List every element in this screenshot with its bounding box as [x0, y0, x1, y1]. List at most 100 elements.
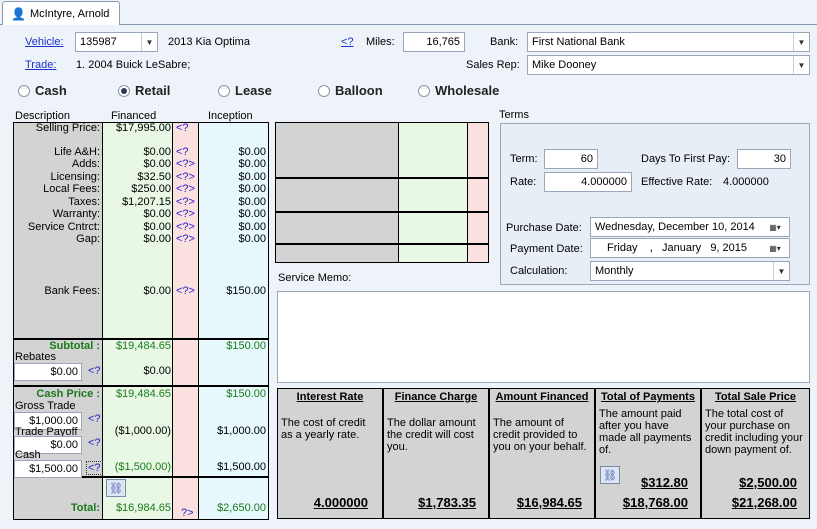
- radio-balloon[interactable]: Balloon: [318, 83, 383, 98]
- chevron-down-icon[interactable]: ▼: [773, 262, 789, 280]
- total-financed: $16,984.65: [115, 502, 171, 514]
- link-chain-icon[interactable]: ⛓: [600, 466, 620, 484]
- row-help-link[interactable]: <?>: [176, 158, 195, 170]
- trade-description: 1. 2004 Buick LeSabre;: [76, 59, 191, 71]
- service-memo-input[interactable]: [277, 291, 810, 383]
- radio-wholesale[interactable]: Wholesale: [418, 83, 499, 98]
- tab-label: McIntyre, Arnold: [29, 7, 110, 20]
- row-help-link[interactable]: <?>: [176, 208, 195, 220]
- sales-rep-combo[interactable]: Mike Dooney ▼: [527, 55, 810, 75]
- effective-rate-value: 4.000000: [723, 176, 769, 188]
- subtotal-financed: $19,484.65: [115, 340, 171, 352]
- vehicle-combo[interactable]: 135987 ▼: [75, 32, 158, 52]
- row-help-link[interactable]: <?>: [176, 183, 195, 195]
- chevron-down-icon[interactable]: ▼: [793, 33, 809, 51]
- row-help-link[interactable]: <?>: [176, 233, 195, 245]
- radio-lease[interactable]: Lease: [218, 83, 272, 98]
- trade-payoff-help[interactable]: <?: [88, 437, 101, 449]
- days-first-pay-input[interactable]: 30: [737, 149, 791, 169]
- radio-label: Retail: [135, 83, 171, 98]
- service-memo-label: Service Memo:: [278, 272, 352, 284]
- row-inception: $0.00: [238, 208, 266, 220]
- cash-help[interactable]: <?: [86, 461, 103, 475]
- row-inception: $0.00: [238, 171, 266, 183]
- tila-value: 4.000000: [313, 495, 368, 510]
- radio-cash[interactable]: Cash: [18, 83, 67, 98]
- cash-financed: ($1,500.00): [114, 461, 171, 473]
- terms-title: Terms: [499, 109, 529, 121]
- row-inception: $0.00: [238, 196, 266, 208]
- rebates-help[interactable]: <?: [88, 365, 101, 377]
- trade-payoff-financed: ($1,000.00): [114, 425, 171, 437]
- col-inception: Inception: [208, 110, 253, 122]
- days-first-pay-label: Days To First Pay:: [641, 153, 731, 165]
- tab-customer[interactable]: 👤 McIntyre, Arnold: [2, 1, 120, 25]
- sales-rep-value: Mike Dooney: [532, 59, 597, 71]
- miles-input[interactable]: 16,765: [403, 32, 465, 52]
- chevron-down-icon[interactable]: ▼: [141, 33, 157, 51]
- miles-help-link[interactable]: <?: [341, 36, 354, 48]
- tila-desc: The amount paid after you have made all …: [599, 408, 692, 456]
- row-financed: $17,995.00: [115, 122, 171, 134]
- row-help-link[interactable]: <?>: [176, 171, 195, 183]
- grid-financed-col: [398, 123, 468, 262]
- row-help-link[interactable]: <?: [176, 146, 189, 158]
- radio-circle: [418, 84, 430, 97]
- rebates-financed: $0.00: [143, 365, 171, 377]
- purchase-date-picker[interactable]: Wednesday, December 10, 2014 ▦▾: [590, 217, 790, 237]
- gross-trade-label: Gross Trade: [15, 400, 76, 412]
- total-help[interactable]: ?>: [181, 507, 194, 519]
- radio-circle: [318, 84, 330, 97]
- chevron-down-icon[interactable]: ▼: [793, 56, 809, 74]
- rate-label: Rate:: [510, 176, 537, 188]
- rate-input[interactable]: 4.000000: [544, 172, 632, 192]
- tila-amount-financed: Amount Financed The amount of credit pro…: [489, 388, 595, 519]
- tila-down-payment: $2,500.00: [739, 475, 797, 490]
- row-help-link[interactable]: <?: [176, 122, 189, 134]
- days-first-pay-value: 30: [773, 153, 786, 165]
- row-financed: $0.00: [143, 146, 171, 158]
- calendar-icon[interactable]: ▦▾: [761, 239, 789, 257]
- tila-value: $16,984.65: [516, 495, 582, 510]
- rebates-label: Rebates: [15, 351, 56, 363]
- tab-strip-line: [0, 24, 817, 25]
- rebates-input[interactable]: [14, 363, 82, 381]
- bank-value: First National Bank: [532, 36, 625, 48]
- trade-link[interactable]: Trade:: [25, 59, 56, 71]
- term-input[interactable]: 60: [544, 149, 598, 169]
- tila-total-payments: Total of Payments The amount paid after …: [595, 388, 701, 519]
- grid-line: [276, 243, 488, 245]
- cash-input[interactable]: [14, 460, 82, 478]
- row-financed: $32.50: [137, 171, 171, 183]
- radio-circle: [218, 84, 230, 97]
- col-financed: Financed: [111, 110, 157, 122]
- tila-title: Interest Rate: [296, 391, 364, 403]
- col-description: Description: [15, 110, 71, 122]
- row-label: Gap:: [76, 233, 100, 245]
- gross-trade-help[interactable]: <?: [88, 413, 101, 425]
- vehicle-link[interactable]: Vehicle:: [25, 36, 64, 48]
- bank-label: Bank:: [490, 36, 519, 48]
- row-inception: $0.00: [238, 183, 266, 195]
- divider: [13, 385, 269, 387]
- row-help-link[interactable]: <?>: [176, 196, 195, 208]
- payment-date-label: Payment Date:: [510, 243, 583, 255]
- row-help-link[interactable]: <?>: [176, 221, 195, 233]
- calculation-value: Monthly: [595, 265, 634, 277]
- link-chain-icon[interactable]: ⛓: [106, 479, 126, 497]
- tila-value: $1,783.35: [418, 495, 476, 510]
- miles-label: Miles:: [366, 36, 395, 48]
- rate-value: 4.000000: [581, 176, 627, 188]
- calculation-label: Calculation:: [510, 265, 568, 277]
- row-label: Taxes:: [68, 196, 100, 208]
- row-label: Licensing:: [50, 171, 100, 183]
- grid-line: [276, 177, 488, 179]
- row-help-link[interactable]: <?>: [176, 285, 195, 297]
- calendar-icon[interactable]: ▦▾: [761, 218, 789, 236]
- bank-combo[interactable]: First National Bank ▼: [527, 32, 810, 52]
- radio-retail[interactable]: Retail: [118, 83, 170, 98]
- term-label: Term:: [510, 153, 538, 165]
- cash-price-inception: $150.00: [226, 388, 266, 400]
- payment-date-picker[interactable]: Friday , January 9, 2015 ▦▾: [590, 238, 790, 258]
- calculation-combo[interactable]: Monthly ▼: [590, 261, 790, 281]
